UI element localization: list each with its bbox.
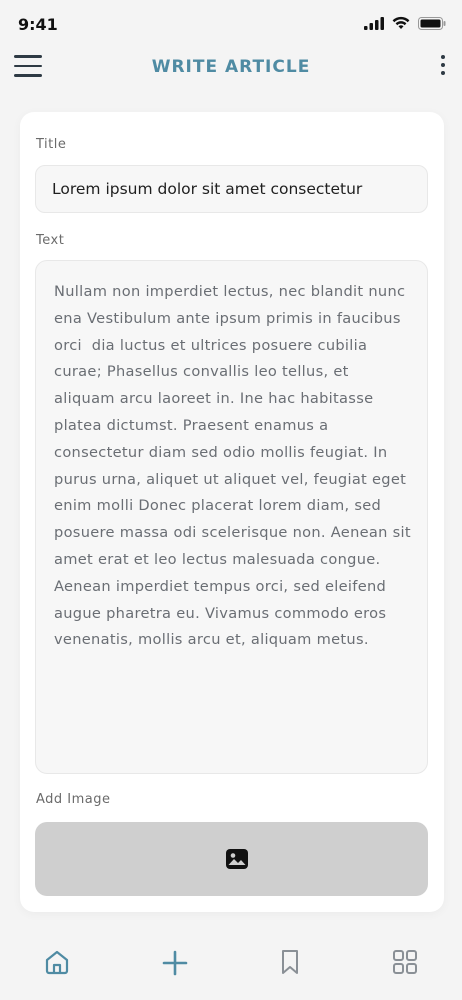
battery-icon (418, 16, 446, 30)
wifi-icon (392, 16, 410, 29)
nav-home[interactable] (43, 948, 73, 978)
grid-icon (393, 950, 417, 974)
nav-add[interactable] (160, 948, 190, 978)
title-input[interactable] (35, 165, 428, 213)
add-icon (162, 950, 188, 976)
title-label: Title (36, 137, 67, 152)
nav-grid[interactable] (391, 948, 421, 978)
bookmark-icon (282, 950, 298, 974)
text-label: Text (36, 233, 65, 248)
add-image-button[interactable] (35, 822, 428, 896)
status-bar: 9:41 (0, 0, 462, 46)
image-icon (226, 849, 248, 869)
status-icons (364, 16, 446, 30)
text-area[interactable]: Nullam non imperdiet lectus, nec blandit… (35, 260, 428, 774)
home-icon (45, 950, 69, 975)
nav-bookmark[interactable] (277, 948, 307, 978)
app-header: WRITE ARTICLE (0, 46, 462, 92)
bottom-nav (0, 924, 462, 1000)
article-form-card: Title Text Nullam non imperdiet lectus, … (20, 112, 444, 912)
add-image-label: Add Image (36, 792, 111, 807)
more-vertical-icon[interactable] (438, 55, 448, 79)
page-title: WRITE ARTICLE (151, 57, 311, 77)
signal-icon (364, 16, 384, 30)
status-time: 9:41 (18, 15, 58, 34)
